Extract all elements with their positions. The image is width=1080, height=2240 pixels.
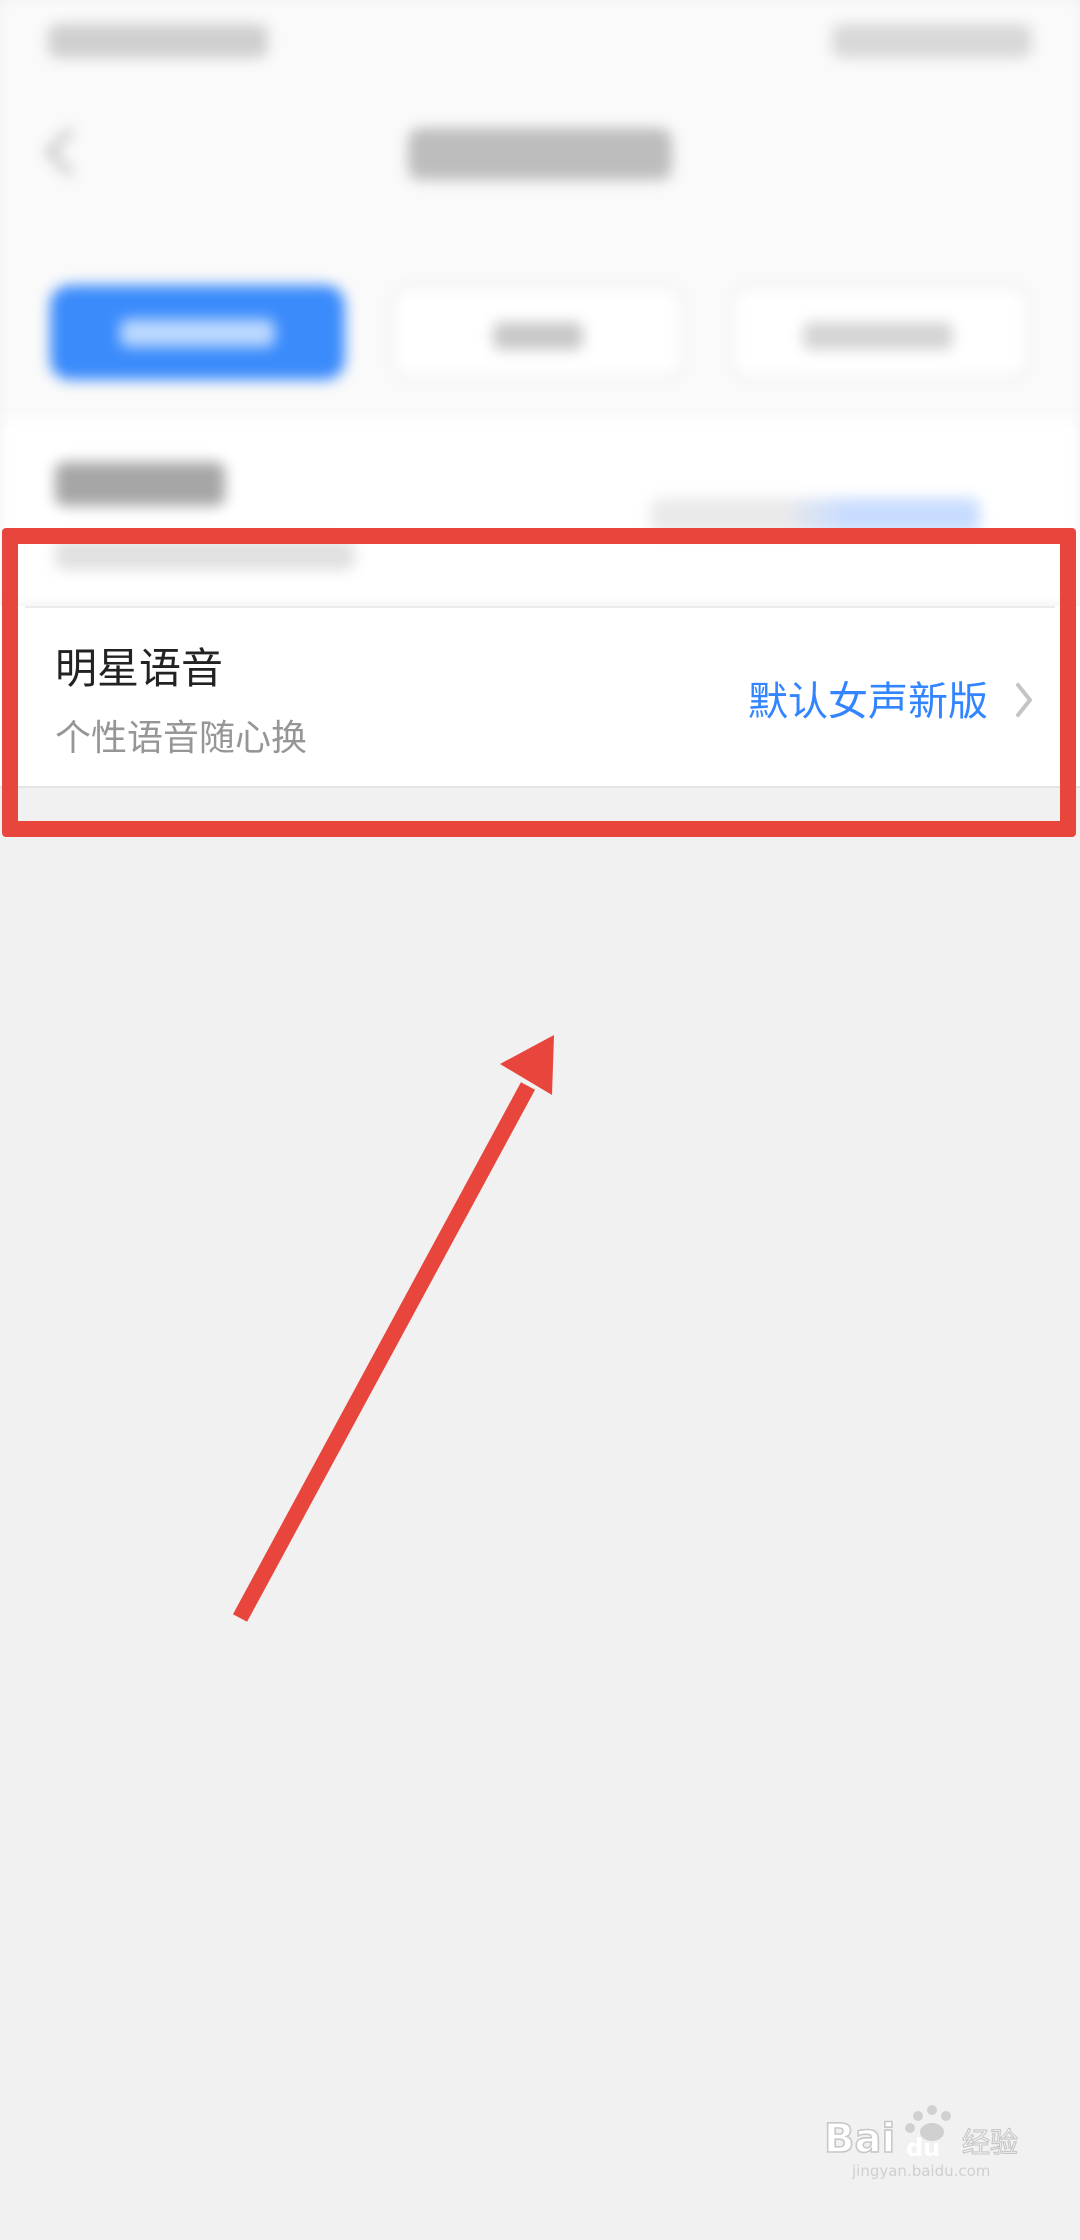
svg-text:Bai: Bai (824, 2116, 895, 2162)
baidu-jingyan-watermark: Bai du 经验 jingyan.baidu.com (823, 2105, 1019, 2180)
svg-text:du: du (906, 2134, 940, 2162)
annotation-arrow (232, 1035, 554, 1622)
svg-text:经验: 经验 (962, 2126, 1018, 2159)
svg-text:jingyan.baidu.com: jingyan.baidu.com (851, 2162, 990, 2180)
